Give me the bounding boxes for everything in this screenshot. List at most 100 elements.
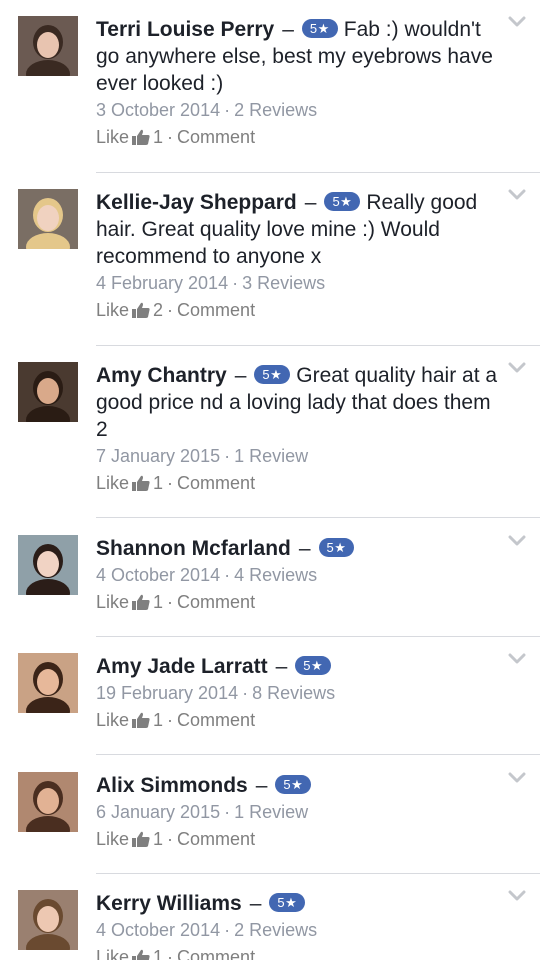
- like-count[interactable]: 1: [153, 710, 163, 730]
- chevron-down-icon[interactable]: [508, 362, 526, 374]
- review-date[interactable]: 6 January 2015: [96, 802, 220, 822]
- reviewer-name[interactable]: Shannon Mcfarland: [96, 537, 291, 560]
- action-dot: ·: [167, 127, 174, 147]
- reviewer-name[interactable]: Amy Jade Larratt: [96, 655, 268, 678]
- chevron-down-icon[interactable]: [508, 890, 526, 902]
- like-button[interactable]: Like: [96, 300, 129, 320]
- comment-button[interactable]: Comment: [177, 300, 255, 320]
- review-date[interactable]: 19 February 2014: [96, 683, 238, 703]
- comment-button[interactable]: Comment: [177, 947, 255, 960]
- divider: [96, 754, 540, 755]
- review-body: Alix Simmonds –5★ 6 January 2015 · 1 Review…: [96, 772, 508, 853]
- thumbs-up-icon[interactable]: [132, 949, 150, 960]
- avatar[interactable]: [18, 653, 78, 713]
- comment-button[interactable]: Comment: [177, 127, 255, 147]
- review-count[interactable]: 3 Reviews: [242, 273, 325, 293]
- like-count[interactable]: 2: [153, 300, 163, 320]
- meta-dot: ·: [224, 565, 231, 585]
- review-count[interactable]: 1 Review: [234, 802, 308, 822]
- dash-separator: –: [282, 18, 294, 41]
- dash-separator: –: [298, 537, 311, 560]
- avatar[interactable]: [18, 890, 78, 950]
- action-dot: ·: [167, 829, 174, 849]
- rating-badge: 5★: [324, 192, 361, 211]
- reviewer-name[interactable]: Alix Simmonds: [96, 774, 248, 797]
- like-button[interactable]: Like: [96, 473, 129, 493]
- like-count[interactable]: 1: [153, 473, 163, 493]
- comment-button[interactable]: Comment: [177, 473, 255, 493]
- thumbs-up-icon[interactable]: [132, 302, 150, 318]
- like-count[interactable]: 1: [153, 947, 163, 960]
- chevron-down-icon[interactable]: [508, 772, 526, 784]
- reviewer-name[interactable]: Kerry Williams: [96, 892, 242, 915]
- comment-button[interactable]: Comment: [177, 829, 255, 849]
- like-button[interactable]: Like: [96, 710, 129, 730]
- divider: [96, 172, 540, 173]
- review-count[interactable]: 1 Review: [234, 446, 308, 466]
- like-count[interactable]: 1: [153, 829, 163, 849]
- thumbs-up-icon[interactable]: [132, 594, 150, 610]
- review-date[interactable]: 7 January 2015: [96, 446, 220, 466]
- action-dot: ·: [167, 947, 174, 960]
- action-dot: ·: [167, 710, 174, 730]
- like-button[interactable]: Like: [96, 947, 129, 960]
- like-button[interactable]: Like: [96, 592, 129, 612]
- like-count[interactable]: 1: [153, 592, 163, 612]
- review-count[interactable]: 2 Reviews: [234, 100, 317, 120]
- like-button[interactable]: Like: [96, 829, 129, 849]
- review-actions: Like 2 · Comment: [96, 297, 508, 324]
- action-dot: ·: [167, 473, 174, 493]
- like-button[interactable]: Like: [96, 127, 129, 147]
- review-date[interactable]: 3 October 2014: [96, 100, 220, 120]
- avatar[interactable]: [18, 189, 78, 249]
- review-count[interactable]: 2 Reviews: [234, 920, 317, 940]
- review-body: Amy Jade Larratt –5★ 19 February 2014 · 8 R…: [96, 653, 508, 734]
- avatar[interactable]: [18, 362, 78, 422]
- chevron-down-icon[interactable]: [508, 189, 526, 201]
- chevron-down-icon[interactable]: [508, 653, 526, 665]
- meta-dot: ·: [242, 683, 249, 703]
- thumbs-up-icon[interactable]: [132, 831, 150, 847]
- dash-separator: –: [249, 892, 262, 915]
- thumbs-up-icon[interactable]: [132, 475, 150, 491]
- review-actions: Like 1 · Comment: [96, 589, 508, 616]
- review-text: Terri Louise Perry –5★ Fab :) wouldn't go …: [96, 16, 508, 97]
- reviewer-name[interactable]: Kellie-Jay Sheppard: [96, 191, 297, 214]
- review-actions: Like 1 · Comment: [96, 826, 508, 853]
- review-actions: Like 1 · Comment: [96, 124, 508, 151]
- reviewer-name[interactable]: Terri Louise Perry: [96, 18, 274, 41]
- meta-dot: ·: [232, 273, 239, 293]
- divider: [96, 517, 540, 518]
- avatar[interactable]: [18, 535, 78, 595]
- comment-button[interactable]: Comment: [177, 710, 255, 730]
- comment-button[interactable]: Comment: [177, 592, 255, 612]
- review-count[interactable]: 8 Reviews: [252, 683, 335, 703]
- review-text: Shannon Mcfarland –5★: [96, 535, 508, 562]
- review-text: Alix Simmonds –5★: [96, 772, 508, 799]
- review-body: Terri Louise Perry –5★ Fab :) wouldn't go …: [96, 16, 508, 151]
- chevron-down-icon[interactable]: [508, 535, 526, 547]
- review-body: Kellie-Jay Sheppard –5★ Really good hair. …: [96, 189, 508, 324]
- divider: [96, 873, 540, 874]
- avatar[interactable]: [18, 772, 78, 832]
- divider: [96, 345, 540, 346]
- thumbs-up-icon[interactable]: [132, 712, 150, 728]
- reviews-feed: Terri Louise Perry –5★ Fab :) wouldn't go …: [0, 0, 540, 960]
- review-date[interactable]: 4 October 2014: [96, 565, 220, 585]
- review-meta: 3 October 2014 · 2 Reviews: [96, 97, 508, 124]
- dash-separator: –: [275, 655, 288, 678]
- action-dot: ·: [167, 592, 174, 612]
- avatar[interactable]: [18, 16, 78, 76]
- review-meta: 4 February 2014 · 3 Reviews: [96, 270, 508, 297]
- review-date[interactable]: 4 October 2014: [96, 920, 220, 940]
- chevron-down-icon[interactable]: [508, 16, 526, 28]
- review-text: Kellie-Jay Sheppard –5★ Really good hair. …: [96, 189, 508, 270]
- action-dot: ·: [167, 300, 174, 320]
- review-date[interactable]: 4 February 2014: [96, 273, 228, 293]
- like-count[interactable]: 1: [153, 127, 163, 147]
- review-count[interactable]: 4 Reviews: [234, 565, 317, 585]
- reviewer-name[interactable]: Amy Chantry: [96, 364, 227, 387]
- rating-badge: 5★: [269, 893, 306, 912]
- thumbs-up-icon[interactable]: [132, 129, 150, 145]
- review-text: Amy Jade Larratt –5★: [96, 653, 508, 680]
